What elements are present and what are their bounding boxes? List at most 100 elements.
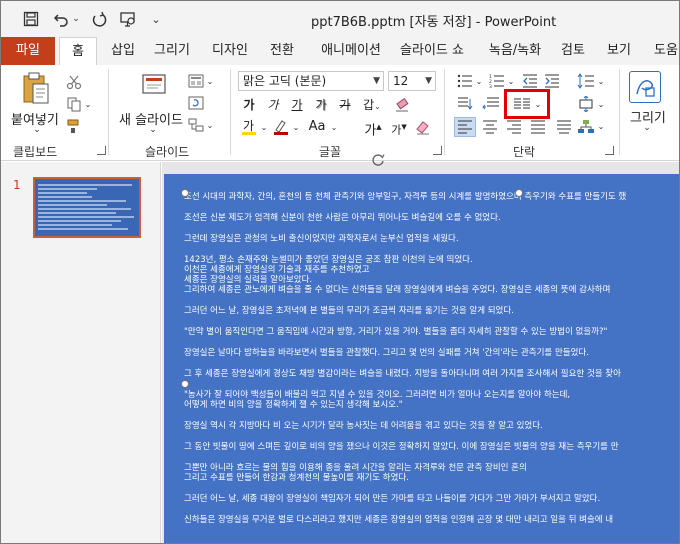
new-slide-icon[interactable] (137, 71, 171, 103)
customize-qat-icon[interactable]: ⌄ (149, 9, 163, 29)
layout-icon[interactable] (187, 73, 205, 89)
tab-slideshow[interactable]: 슬라이드 쇼 (394, 37, 470, 65)
tab-design[interactable]: 디자인 (206, 37, 254, 65)
tab-help[interactable]: 도움말 (649, 37, 679, 65)
tab-draw[interactable]: 그리기 (149, 37, 195, 65)
align-text-dropdown-icon[interactable]: ⌄ (596, 97, 606, 111)
slide-text-line: 그러던 어느 날, 세종 대왕이 장영실이 책임자가 되어 만든 가마를 타고 … (184, 494, 601, 504)
smartart-icon[interactable] (576, 117, 596, 137)
font-group-label: 글꼴 (319, 145, 342, 159)
slide-paragraph: 장영실은 날마다 밤하늘을 바라보면서 별들을 관찰했다. 그리고 몇 번의 실… (184, 348, 679, 358)
paragraph-launcher-icon[interactable] (605, 146, 614, 155)
undo-icon[interactable] (51, 9, 71, 29)
decrease-indent-icon[interactable] (521, 73, 539, 89)
distributed-icon[interactable] (554, 117, 574, 137)
numbering-icon[interactable]: 123 (488, 73, 506, 89)
drawing-dropdown-icon[interactable]: ⌄ (641, 123, 653, 133)
bullets-icon[interactable] (456, 73, 474, 89)
clear-formatting-icon[interactable] (393, 97, 411, 113)
copy-dropdown-icon[interactable]: ⌄ (83, 97, 93, 111)
clipboard-launcher-icon[interactable] (97, 146, 106, 155)
increase-indent-icon[interactable] (543, 73, 561, 89)
slide-editor: 조선 시대의 과학자, 간의, 혼천의 등 천체 관측기와 앙부일구, 자격루 … (162, 162, 679, 543)
smartart-dropdown-icon[interactable]: ⌄ (596, 119, 606, 133)
layout-dropdown-icon[interactable]: ⌄ (205, 74, 215, 88)
powerpoint-window: ⌄ ⌄ ppt7B6B.pptm [자동 저장] - PowerPoint 파일… (0, 0, 680, 544)
resize-handle-top[interactable] (515, 189, 523, 197)
resize-handle-left[interactable] (181, 380, 189, 388)
line-spacing-icon[interactable] (576, 72, 596, 90)
slide-text-line: 그 동안 빗물이 땅에 스며든 깊이로 비의 양을 쟀으나 이것은 정확하지 않… (184, 442, 619, 452)
tab-review[interactable]: 검토 (555, 37, 591, 65)
new-slide-dropdown-icon[interactable]: ⌄ (147, 125, 159, 135)
redo-icon[interactable] (89, 9, 109, 29)
rotate-handle-icon[interactable] (371, 153, 385, 167)
reset-icon[interactable] (187, 95, 205, 111)
copy-icon[interactable] (65, 95, 83, 113)
align-right-icon[interactable] (504, 117, 524, 137)
cut-icon[interactable] (65, 73, 83, 91)
align-center-icon[interactable] (480, 117, 500, 137)
strikethrough-button[interactable]: 가 (335, 95, 355, 115)
slide-text-line: 그런데 장영실은 관청의 노비 출신이었지만 과학자로서 눈부신 업적을 세웠다… (184, 234, 459, 244)
tab-insert[interactable]: 삽입 (105, 37, 141, 65)
char-spacing-dropdown-icon: ⌄ (374, 102, 381, 111)
increase-font-size-button[interactable]: 가▲ (363, 117, 383, 138)
group-divider (230, 69, 231, 155)
text-highlight-dropdown-icon[interactable]: ⌄ (291, 119, 301, 135)
shrink-glyph: 가 (391, 123, 402, 137)
rtl-icon[interactable] (481, 95, 501, 111)
shapes-icon[interactable] (629, 71, 661, 103)
font-size-dropdown-icon[interactable]: ▼ (425, 72, 432, 90)
tab-file[interactable]: 파일 (1, 37, 55, 65)
font-name-dropdown-icon[interactable]: ▼ (373, 72, 380, 90)
slide-text-box[interactable]: 조선 시대의 과학자, 간의, 혼천의 등 천체 관측기와 앙부일구, 자격루 … (184, 192, 679, 536)
format-painter-icon[interactable] (65, 117, 83, 135)
decrease-font-size-button[interactable]: 가▼ (389, 117, 409, 137)
section-icon[interactable] (187, 117, 205, 133)
font-color-icon[interactable]: 가 (239, 117, 259, 137)
slide-text-line: 그뿐만 아니라 흐르는 물의 힘을 이용해 종을 울려 시간을 알리는 자격루와… (184, 463, 527, 473)
section-dropdown-icon[interactable]: ⌄ (205, 118, 215, 132)
tab-transitions[interactable]: 전환 (264, 37, 300, 65)
align-text-icon[interactable] (576, 95, 596, 113)
italic-button[interactable]: 가 (263, 95, 283, 115)
slide-paragraph: 1423년, 평소 손재주와 눈썰미가 좋았던 장영실은 궁조 참판 이천의 눈… (184, 255, 679, 295)
eraser-icon[interactable] (413, 117, 433, 137)
shadow-button[interactable]: 가 (311, 95, 331, 115)
bullets-dropdown-icon[interactable]: ⌄ (474, 74, 484, 88)
undo-dropdown-icon[interactable]: ⌄ (71, 9, 81, 29)
paste-icon[interactable] (19, 71, 53, 107)
slide-canvas[interactable]: 조선 시대의 과학자, 간의, 혼천의 등 천체 관측기와 앙부일구, 자격루 … (164, 174, 679, 543)
font-color-dropdown-icon[interactable]: ⌄ (259, 119, 269, 135)
save-icon[interactable] (21, 9, 41, 29)
font-name-combo[interactable]: 맑은 고딕 (본문) ▼ (238, 71, 384, 91)
group-divider (619, 69, 620, 155)
slide-thumbnail[interactable] (33, 177, 141, 238)
underline-button[interactable]: 가 (287, 95, 307, 115)
tab-home[interactable]: 홈 (59, 37, 97, 66)
slide-paragraph: 그 후 세종은 장영실에게 경상도 채방 별감이라는 벼슬을 내렸다. 지방을 … (184, 369, 679, 379)
tab-record[interactable]: 녹음/녹화 (479, 37, 551, 65)
title-bar: ⌄ ⌄ ppt7B6B.pptm [자동 저장] - PowerPoint (1, 1, 679, 37)
bold-button[interactable]: 가 (239, 95, 259, 115)
tab-animations[interactable]: 애니메이션 (311, 37, 391, 65)
text-direction-icon[interactable] (456, 95, 476, 111)
shadow-glyph: 가 (315, 98, 327, 112)
line-spacing-dropdown-icon[interactable]: ⌄ (596, 74, 606, 88)
paste-dropdown-icon[interactable]: ⌄ (31, 125, 43, 135)
present-from-start-icon[interactable] (117, 9, 139, 29)
text-highlight-icon[interactable] (271, 117, 291, 137)
change-case-button[interactable]: Aa (303, 117, 331, 137)
slide-text-line: 조선은 신분 제도가 엄격해 신분이 천한 사람은 아무리 뛰어나도 벼슬길에 … (184, 213, 501, 223)
font-launcher-icon[interactable] (433, 146, 442, 155)
font-size-combo[interactable]: 12 ▼ (388, 71, 436, 91)
character-spacing-button[interactable]: 갑⌄ (359, 95, 385, 115)
align-left-icon[interactable] (454, 117, 476, 137)
resize-handle-top-left[interactable] (181, 189, 189, 197)
change-case-dropdown-icon[interactable]: ⌄ (329, 119, 339, 135)
slide-text-line: 세종은 장영실의 실력을 알아보았다. (184, 275, 313, 285)
numbering-dropdown-icon[interactable]: ⌄ (506, 74, 516, 88)
justify-icon[interactable] (528, 117, 548, 137)
tab-view[interactable]: 보기 (601, 37, 637, 65)
